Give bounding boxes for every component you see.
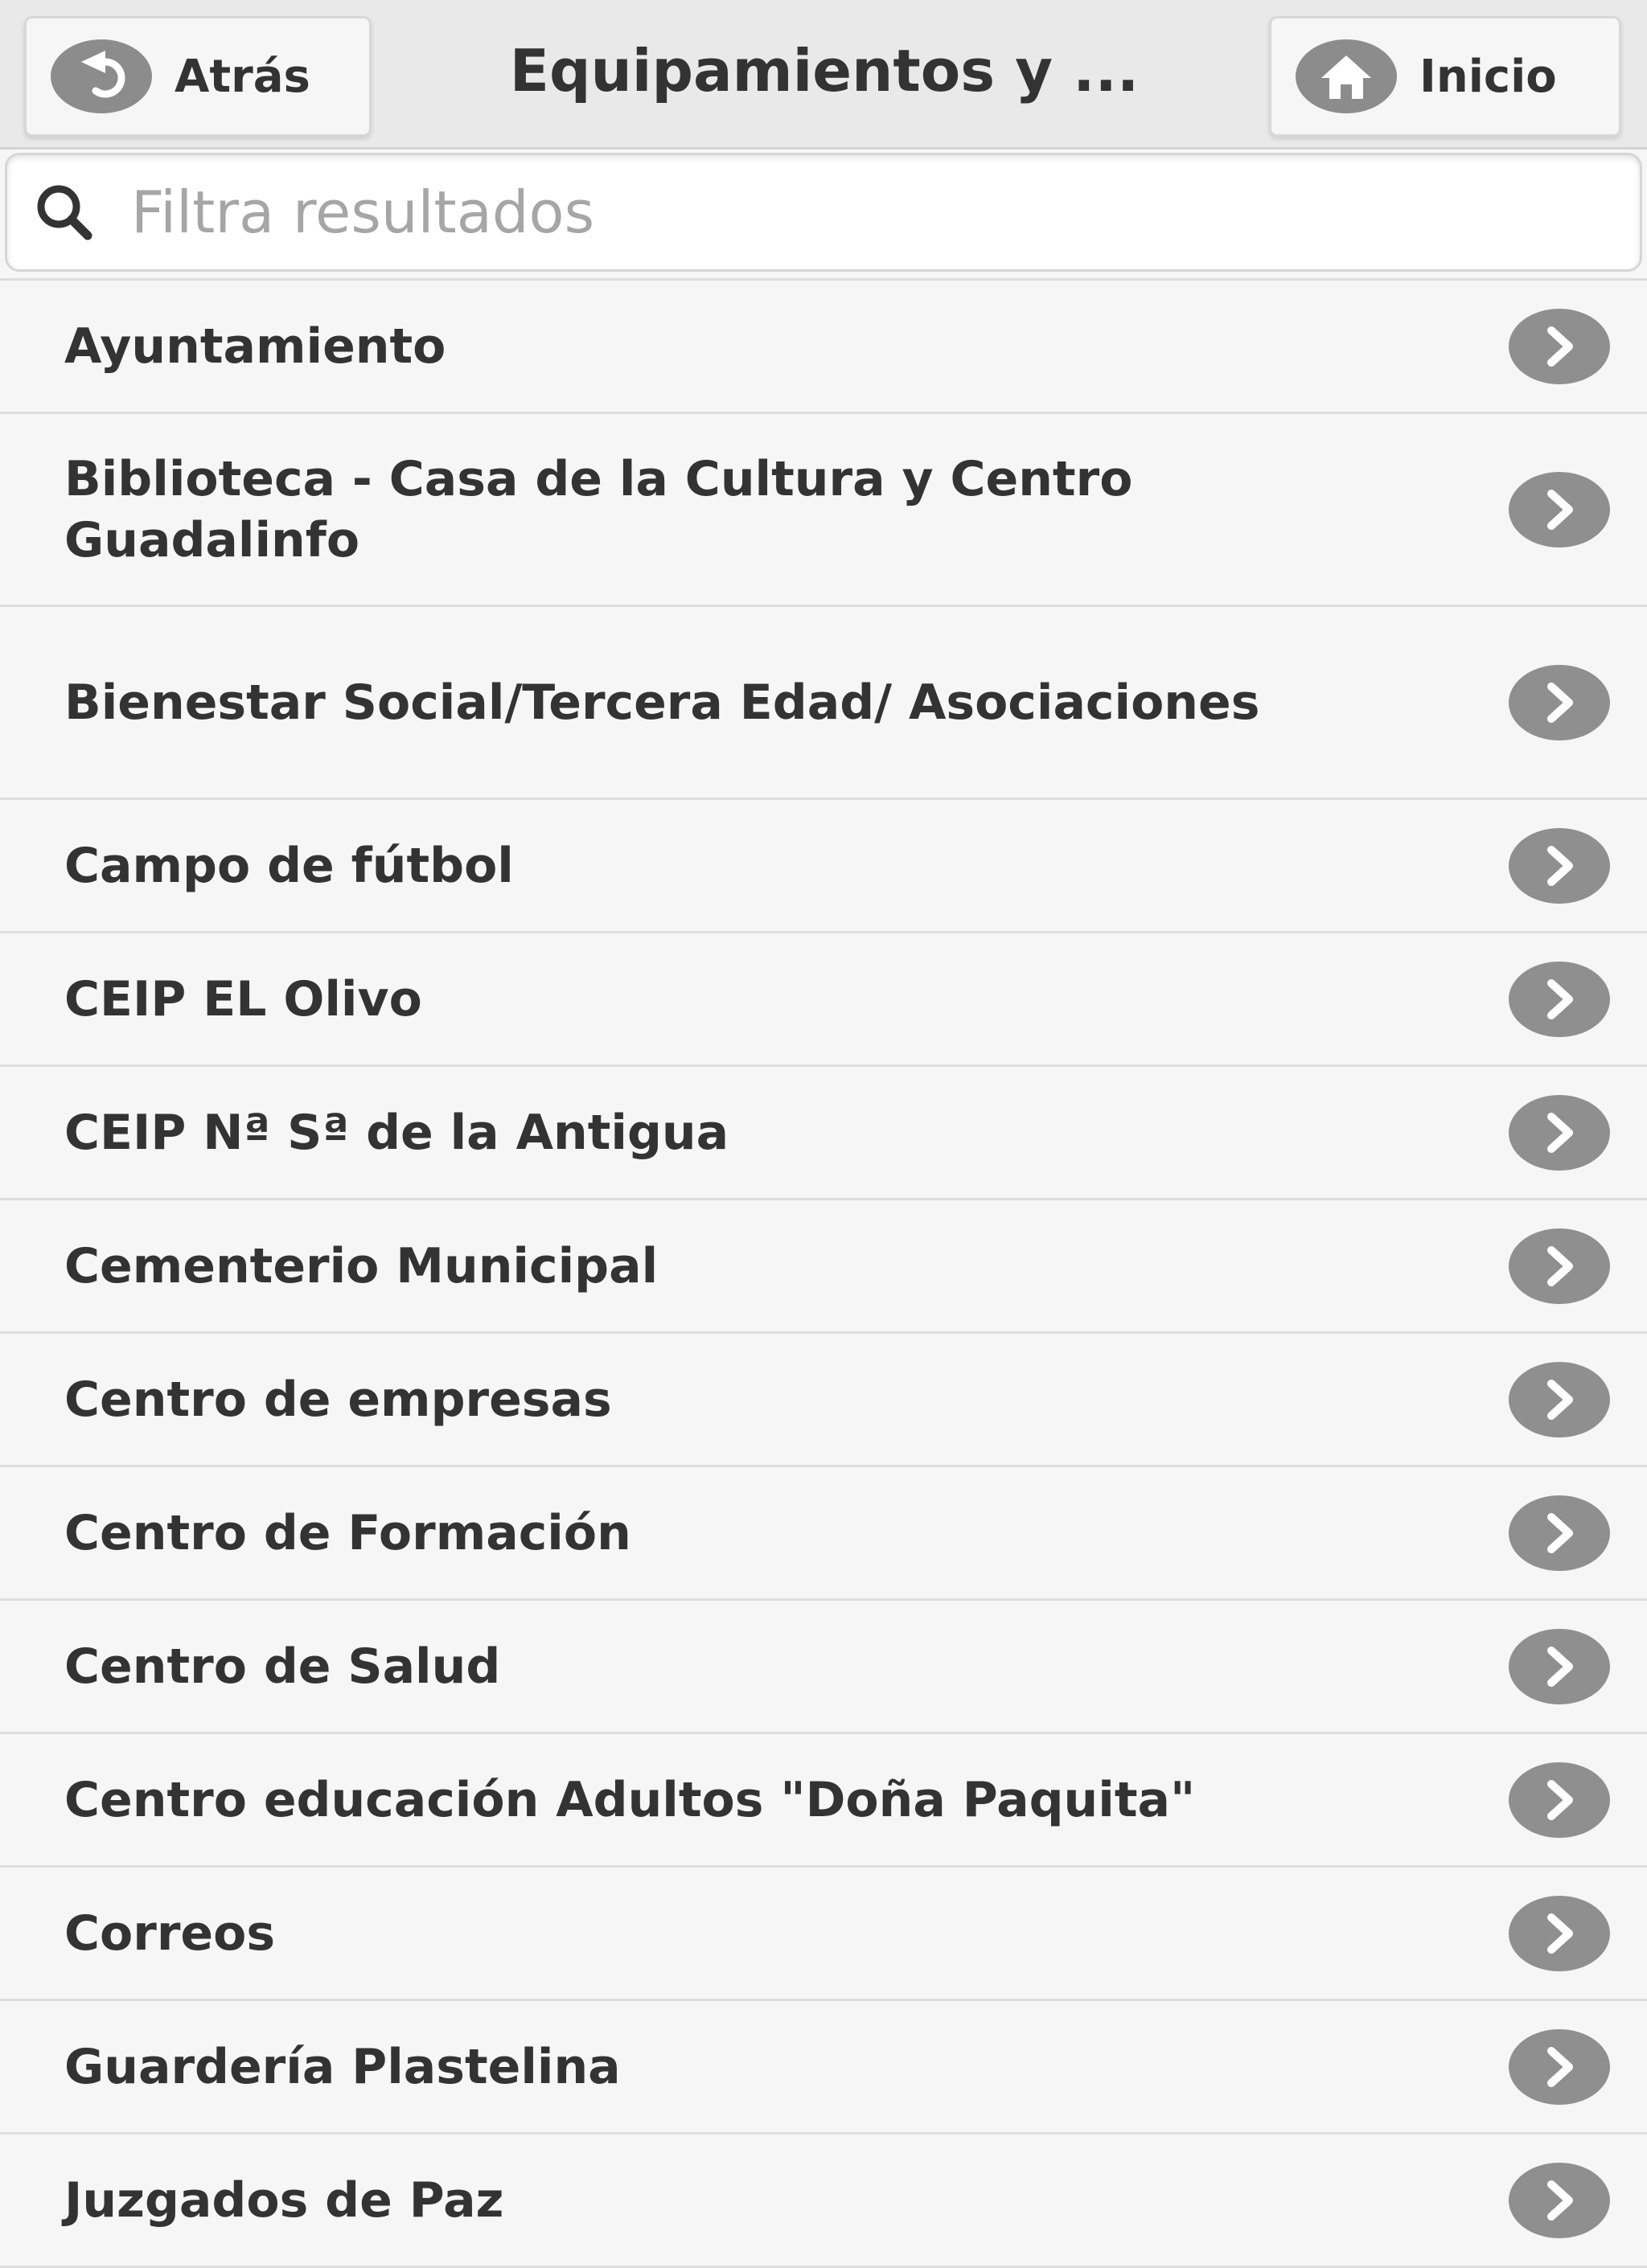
list-item-label: Guardería Plastelina	[64, 2038, 621, 2095]
chevron-right-icon	[1509, 308, 1610, 384]
list-item-ceip-antigua[interactable]: CEIP Nª Sª de la Antigua	[0, 1067, 1647, 1200]
list-item-biblioteca[interactable]: Biblioteca - Casa de la Cultura y Centro…	[0, 414, 1647, 607]
home-icon	[1296, 39, 1397, 113]
list-item-correos[interactable]: Correos	[0, 1868, 1647, 2001]
chevron-right-icon	[1509, 1361, 1610, 1437]
chevron-right-icon	[1509, 827, 1610, 904]
list-item-label: CEIP EL Olivo	[64, 970, 422, 1027]
home-button[interactable]: Inicio	[1269, 16, 1621, 137]
list-item-label: Centro de empresas	[64, 1371, 612, 1428]
list-item-label: Bienestar Social/Tercera Edad/ Asociacio…	[64, 674, 1260, 731]
results-list: Ayuntamiento Biblioteca - Casa de la Cul…	[0, 278, 1647, 2268]
list-item-centro-salud[interactable]: Centro de Salud	[0, 1601, 1647, 1734]
list-item-centro-adultos[interactable]: Centro educación Adultos "Doña Paquita"	[0, 1734, 1647, 1868]
chevron-right-icon	[1509, 961, 1610, 1037]
list-item-label: CEIP Nª Sª de la Antigua	[64, 1104, 729, 1161]
list-item-ayuntamiento[interactable]: Ayuntamiento	[0, 281, 1647, 414]
list-item-label: Juzgados de Paz	[64, 2172, 504, 2229]
chevron-right-icon	[1509, 1628, 1610, 1704]
list-item-label: Correos	[64, 1905, 276, 1962]
list-item-campo-futbol[interactable]: Campo de fútbol	[0, 800, 1647, 933]
home-label: Inicio	[1419, 50, 1557, 103]
page-title: Equipamientos y ...	[509, 37, 1140, 105]
chevron-right-icon	[1509, 1228, 1610, 1304]
chevron-right-icon	[1509, 664, 1610, 740]
list-item-centro-formacion[interactable]: Centro de Formación	[0, 1467, 1647, 1601]
back-arrow-icon	[51, 39, 152, 113]
list-item-label: Biblioteca - Casa de la Cultura y Centro…	[64, 450, 1133, 568]
list-item-label: Cementerio Municipal	[64, 1237, 659, 1294]
chevron-right-icon	[1509, 1895, 1610, 1971]
list-item-bienestar-social[interactable]: Bienestar Social/Tercera Edad/ Asociacio…	[0, 607, 1647, 800]
search-icon	[37, 185, 92, 240]
list-item-centro-empresas[interactable]: Centro de empresas	[0, 1334, 1647, 1467]
list-item-label: Campo de fútbol	[64, 837, 514, 894]
back-label: Atrás	[175, 50, 310, 103]
list-item-ceip-el-olivo[interactable]: CEIP EL Olivo	[0, 933, 1647, 1067]
search-bar	[5, 153, 1642, 272]
list-item-label: Centro educación Adultos "Doña Paquita"	[64, 1771, 1196, 1828]
chevron-right-icon	[1509, 1495, 1610, 1571]
back-button[interactable]: Atrás	[24, 16, 372, 137]
list-item-label: Ayuntamiento	[64, 318, 446, 375]
list-item-cementerio[interactable]: Cementerio Municipal	[0, 1200, 1647, 1334]
list-item-label: Centro de Formación	[64, 1504, 631, 1561]
chevron-right-icon	[1509, 471, 1610, 548]
list-item-label: Centro de Salud	[64, 1638, 501, 1695]
chevron-right-icon	[1509, 2028, 1610, 2105]
search-input[interactable]	[131, 168, 1579, 256]
list-item-juzgados[interactable]: Juzgados de Paz	[0, 2135, 1647, 2268]
header-bar: Atrás Equipamientos y ... Inicio	[0, 0, 1647, 150]
chevron-right-icon	[1509, 1094, 1610, 1171]
chevron-right-icon	[1509, 2162, 1610, 2238]
chevron-right-icon	[1509, 1761, 1610, 1838]
list-item-guarderia[interactable]: Guardería Plastelina	[0, 2001, 1647, 2135]
